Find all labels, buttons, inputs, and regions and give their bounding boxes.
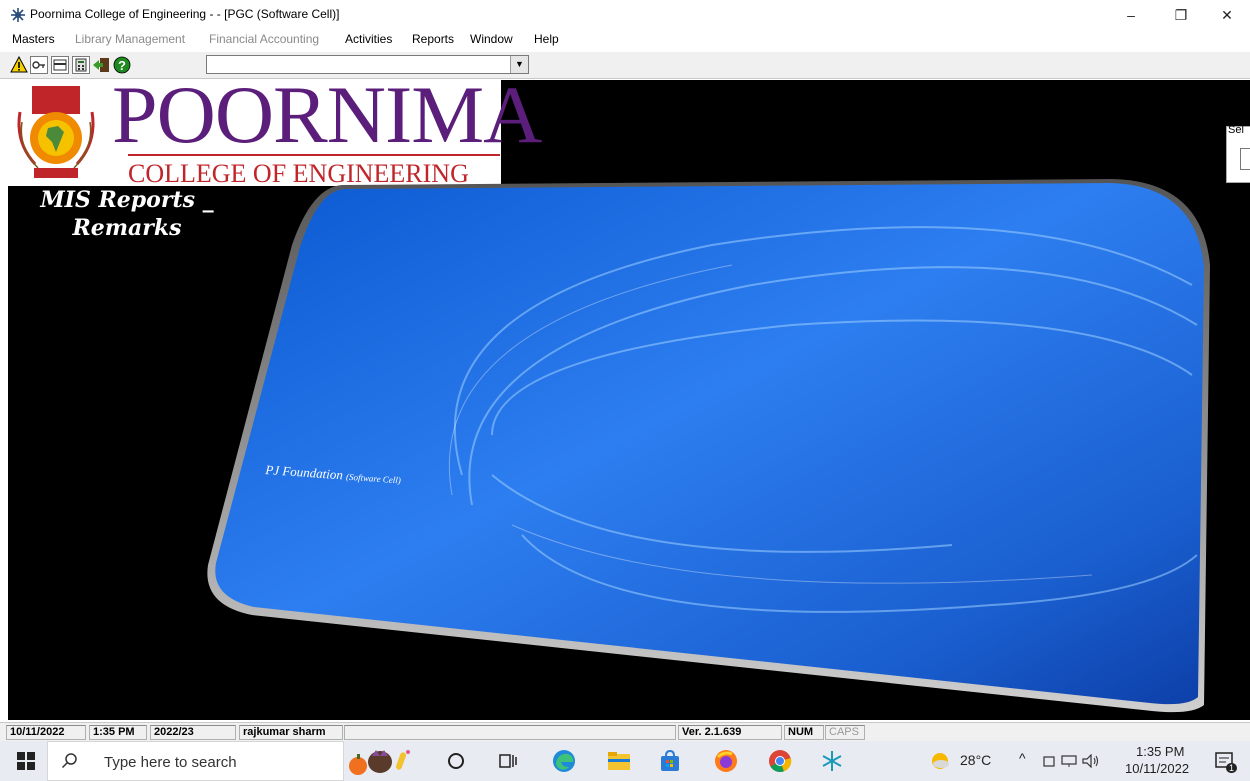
taskbar-search-box[interactable]: Type here to search bbox=[47, 741, 344, 781]
clock-date[interactable]: 10/11/2022 bbox=[1125, 761, 1189, 776]
dropdown-arrow-icon[interactable]: ▼ bbox=[510, 56, 528, 73]
status-version: Ver. 2.1.639 bbox=[678, 725, 782, 740]
status-user: rajkumar sharm bbox=[239, 725, 343, 740]
main-area: POORNIMA COLLEGE OF ENGINEERING MIS Repo… bbox=[8, 80, 1250, 720]
notification-count: 1 bbox=[1226, 763, 1238, 773]
tray-meet-icon[interactable] bbox=[1040, 749, 1058, 773]
halloween-widget-icon[interactable] bbox=[346, 749, 426, 775]
calculator-icon[interactable] bbox=[72, 56, 90, 74]
college-seal-icon bbox=[10, 82, 102, 182]
toolbar-combo[interactable]: ▼ bbox=[206, 55, 529, 74]
weather-temperature[interactable]: 28°C bbox=[960, 752, 991, 768]
maximize-button[interactable]: ❐ bbox=[1158, 0, 1204, 30]
card-icon[interactable] bbox=[51, 56, 69, 74]
status-empty bbox=[344, 725, 676, 740]
logo-title: POORNIMA bbox=[112, 80, 542, 160]
chrome-icon[interactable] bbox=[768, 749, 792, 773]
clock-time[interactable]: 1:35 PM bbox=[1136, 744, 1184, 759]
status-date: 10/11/2022 bbox=[6, 725, 86, 740]
select-label: Sel bbox=[1228, 124, 1244, 136]
snowflake-app-icon[interactable] bbox=[820, 749, 844, 773]
status-session: 2022/23 bbox=[150, 725, 236, 740]
search-icon bbox=[58, 749, 82, 773]
exit-door-icon[interactable] bbox=[92, 56, 110, 74]
toolbar: ? ▼ bbox=[0, 52, 1250, 79]
status-bar: 10/11/2022 1:35 PM 2022/23 rajkumar shar… bbox=[0, 722, 1250, 742]
menu-library-management[interactable]: Library Management bbox=[75, 32, 185, 46]
svg-text:?: ? bbox=[118, 58, 126, 73]
windows-start-icon[interactable] bbox=[14, 749, 38, 773]
warning-icon[interactable] bbox=[10, 55, 28, 74]
app-icon[interactable] bbox=[10, 7, 26, 23]
file-explorer-icon[interactable] bbox=[607, 749, 631, 773]
menu-window[interactable]: Window bbox=[470, 32, 513, 46]
menu-reports[interactable]: Reports bbox=[412, 32, 454, 46]
pj-foundation-sub: (Software Cell) bbox=[345, 471, 402, 486]
status-num: NUM bbox=[784, 725, 824, 740]
weather-sun-icon[interactable] bbox=[928, 749, 952, 773]
key-icon[interactable] bbox=[30, 56, 48, 74]
close-button[interactable]: ✕ bbox=[1204, 0, 1250, 30]
splash-image bbox=[207, 179, 1210, 713]
search-placeholder: Type here to search bbox=[104, 754, 237, 771]
minimize-button[interactable]: – bbox=[1108, 0, 1154, 30]
volume-icon[interactable] bbox=[1081, 749, 1101, 773]
logo-divider bbox=[128, 154, 500, 156]
firefox-icon[interactable] bbox=[714, 749, 738, 773]
status-time: 1:35 PM bbox=[89, 725, 147, 740]
edge-browser-icon[interactable] bbox=[552, 749, 576, 773]
taskbar: Type here to search 28°C ^ 1:35 PM 10/11… bbox=[0, 741, 1250, 781]
menu-bar: Masters Library Management Financial Acc… bbox=[0, 30, 1250, 50]
menu-help[interactable]: Help bbox=[534, 32, 559, 46]
store-icon[interactable] bbox=[658, 749, 682, 773]
task-view-icon[interactable] bbox=[496, 749, 520, 773]
menu-financial-accounting[interactable]: Financial Accounting bbox=[209, 32, 319, 46]
college-logo: POORNIMA COLLEGE OF ENGINEERING bbox=[8, 80, 542, 188]
help-icon[interactable]: ? bbox=[113, 56, 131, 74]
select-input[interactable] bbox=[1240, 148, 1250, 170]
title-bar: Poornima College of Engineering - - [PGC… bbox=[0, 0, 1250, 30]
tray-chevron-icon[interactable]: ^ bbox=[1019, 750, 1026, 766]
status-caps: CAPS bbox=[825, 725, 865, 740]
network-icon[interactable] bbox=[1060, 749, 1078, 773]
menu-masters[interactable]: Masters bbox=[12, 32, 55, 46]
window-title: Poornima College of Engineering - - [PGC… bbox=[30, 7, 340, 21]
menu-activities[interactable]: Activities bbox=[345, 32, 392, 46]
cortana-icon[interactable] bbox=[444, 749, 468, 773]
